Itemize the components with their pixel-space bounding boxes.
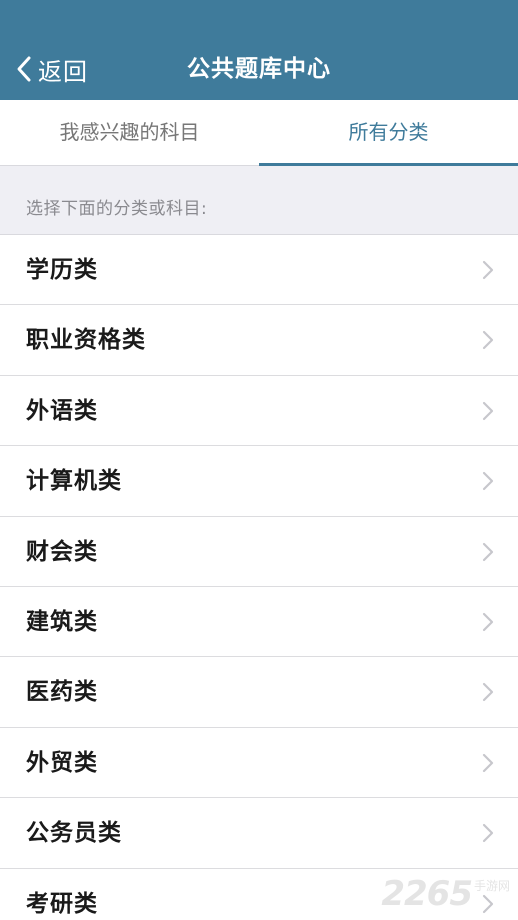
nav-bar: 返回 公共题库中心: [0, 0, 518, 100]
chevron-right-icon: [482, 683, 494, 702]
app-screen: 返回 公共题库中心 我感兴趣的科目 所有分类 选择下面的分类或科目: 学历类 职…: [0, 0, 518, 920]
category-list: 学历类 职业资格类 外语类 计算机类 财会类 建筑类 医药类 外贸类 公务员类 …: [0, 234, 518, 920]
list-item-computer[interactable]: 计算机类: [0, 446, 518, 517]
chevron-right-icon: [482, 401, 494, 420]
tab-all-categories[interactable]: 所有分类: [259, 100, 518, 166]
chevron-right-icon: [482, 612, 494, 632]
list-item-label: 医药类: [26, 679, 98, 706]
page-title: 公共题库中心: [187, 56, 331, 82]
chevron-right-icon: [482, 260, 494, 280]
list-item-label: 职业资格类: [26, 327, 146, 354]
chevron-right-icon: [482, 753, 494, 772]
chevron-right-icon: [482, 331, 494, 350]
site-watermark: 2265 手游网: [381, 874, 510, 914]
tab-interested-subjects[interactable]: 我感兴趣的科目: [0, 100, 259, 166]
list-item-label: 计算机类: [26, 468, 122, 495]
list-item-professional-qualification[interactable]: 职业资格类: [0, 305, 518, 376]
watermark-number: 2265: [381, 874, 473, 914]
list-item-architecture[interactable]: 建筑类: [0, 586, 518, 658]
list-item-accounting[interactable]: 财会类: [0, 516, 518, 587]
watermark-text: 手游网: [473, 879, 510, 893]
list-item-label: 外语类: [26, 397, 98, 424]
list-item-label: 考研类: [26, 890, 98, 917]
active-tab-indicator: [259, 163, 518, 166]
list-item-foreign-language[interactable]: 外语类: [0, 375, 518, 447]
list-item-label: 财会类: [26, 538, 98, 565]
chevron-right-icon: [482, 472, 494, 491]
list-item-education[interactable]: 学历类: [0, 235, 518, 306]
list-item-label: 外贸类: [26, 749, 98, 776]
tab-bar: 我感兴趣的科目 所有分类: [0, 100, 518, 166]
section-hint: 选择下面的分类或科目:: [26, 199, 208, 219]
list-item-medicine[interactable]: 医药类: [0, 657, 518, 728]
chevron-right-icon: [482, 542, 494, 561]
list-item-label: 建筑类: [26, 608, 98, 635]
list-item-label: 学历类: [26, 257, 98, 283]
chevron-right-icon: [482, 824, 494, 843]
list-item-label: 公务员类: [26, 820, 122, 847]
list-item-foreign-trade[interactable]: 外贸类: [0, 727, 518, 799]
list-item-civil-servant[interactable]: 公务员类: [0, 798, 518, 869]
